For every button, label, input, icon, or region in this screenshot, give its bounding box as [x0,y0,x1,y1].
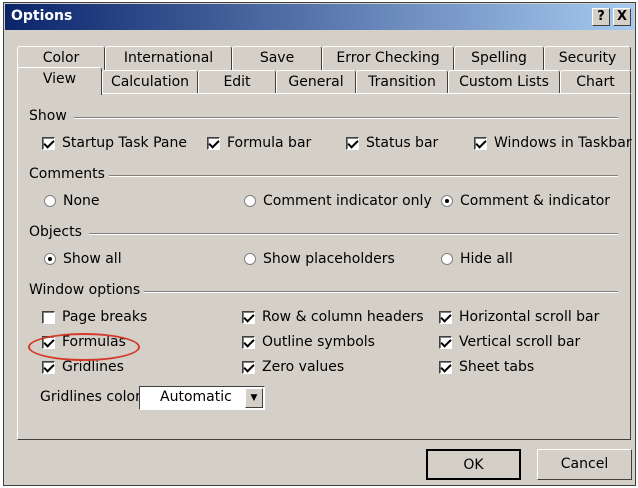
radio-icon [244,195,256,207]
objects-divider [89,233,618,235]
tab-general[interactable]: General [276,70,356,94]
option-label: Horizontal scroll bar [459,309,600,325]
tab-transition[interactable]: Transition [356,70,448,94]
window-options-group-label: Window options [29,282,141,298]
radio-icon [44,195,56,207]
vertical-scroll-bar-checkbox[interactable]: Vertical scroll bar [439,334,580,350]
hide-all-radio[interactable]: Hide all [441,251,513,267]
radio-icon [44,253,56,265]
sheet-tabs-checkbox[interactable]: Sheet tabs [439,359,534,375]
option-label: Page breaks [62,309,148,325]
objects-group-label: Objects [29,224,82,240]
gridlines-color-label: Gridlines color: [40,389,146,405]
formulas-highlight-ring [28,333,140,361]
option-label: Sheet tabs [459,359,535,375]
gridlines-color-value: Automatic [160,389,232,405]
option-label: Startup Task Pane [62,135,187,151]
window-options-divider [144,291,618,293]
help-button[interactable]: ? [592,8,610,26]
tab-international[interactable]: International [105,46,232,70]
checkbox-icon [42,360,55,374]
option-label: Show placeholders [263,251,395,267]
title-bar[interactable]: Options ? X [5,4,634,30]
option-label: Zero values [262,359,345,375]
status-bar-checkbox[interactable]: Status bar [346,135,438,151]
chevron-down-icon[interactable]: ▼ [245,388,263,408]
tab-save[interactable]: Save [232,46,322,70]
zero-values-checkbox[interactable]: Zero values [242,359,344,375]
option-label: Row & column headers [262,309,424,325]
option-label: Comment indicator only [263,193,432,209]
show-placeholders-radio[interactable]: Show placeholders [244,251,395,267]
horizontal-scroll-bar-checkbox[interactable]: Horizontal scroll bar [439,309,599,325]
option-label: Comment & indicator [460,193,611,209]
options-dialog: Options ? X Color International Save Err… [3,2,636,486]
option-label: None [63,193,100,209]
comments-none-radio[interactable]: None [44,193,100,209]
checkbox-icon [242,360,255,374]
option-label: Vertical scroll bar [459,334,581,350]
checkbox-icon [439,360,452,374]
show-all-radio[interactable]: Show all [44,251,122,267]
radio-icon [244,253,256,265]
checkbox-icon [474,136,487,150]
option-label: Gridlines [62,359,124,375]
tab-calculation[interactable]: Calculation [102,70,198,94]
tab-view[interactable]: View [17,67,102,95]
checkbox-icon [439,335,452,349]
gridlines-checkbox[interactable]: Gridlines [42,359,124,375]
tab-error-checking[interactable]: Error Checking [322,46,454,70]
dialog-title: Options [11,8,73,24]
startup-task-pane-checkbox[interactable]: Startup Task Pane [42,135,187,151]
show-divider [74,117,618,119]
checkbox-icon [42,310,55,324]
option-label: Windows in Taskbar [494,135,632,151]
gridlines-color-select[interactable]: Automatic ▼ [139,386,265,410]
tab-edit[interactable]: Edit [198,70,276,94]
page-breaks-checkbox[interactable]: Page breaks [42,309,147,325]
checkbox-icon [207,136,220,150]
tab-chart[interactable]: Chart [560,70,631,94]
radio-icon [441,253,453,265]
outline-symbols-checkbox[interactable]: Outline symbols [242,334,375,350]
option-label: Show all [63,251,122,267]
tab-custom-lists[interactable]: Custom Lists [448,70,560,94]
tab-security[interactable]: Security [544,46,631,70]
comments-divider [109,175,618,177]
tab-spelling[interactable]: Spelling [454,46,544,70]
row-column-headers-checkbox[interactable]: Row & column headers [242,309,424,325]
checkbox-icon [42,136,55,150]
checkbox-icon [439,310,452,324]
option-label: Status bar [366,135,439,151]
cancel-button[interactable]: Cancel [537,449,632,480]
windows-in-taskbar-checkbox[interactable]: Windows in Taskbar [474,135,632,151]
radio-icon [441,195,453,207]
comment-and-indicator-radio[interactable]: Comment & indicator [441,193,610,209]
checkbox-icon [242,310,255,324]
option-label: Outline symbols [262,334,375,350]
formula-bar-checkbox[interactable]: Formula bar [207,135,311,151]
checkbox-icon [242,335,255,349]
comments-group-label: Comments [29,166,105,182]
comment-indicator-only-radio[interactable]: Comment indicator only [244,193,432,209]
checkbox-icon [346,136,359,150]
show-group-label: Show [29,108,67,124]
ok-button[interactable]: OK [426,449,521,480]
option-label: Formula bar [227,135,312,151]
option-label: Hide all [460,251,513,267]
close-button[interactable]: X [613,8,631,26]
